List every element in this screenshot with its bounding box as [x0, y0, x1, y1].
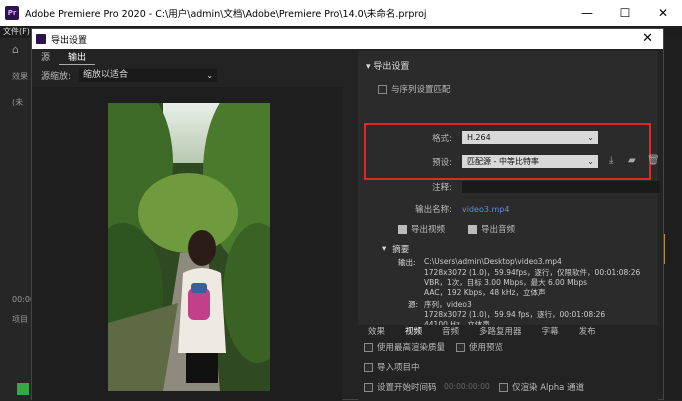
delete-preset-icon[interactable]: 🗑 — [647, 155, 660, 166]
summary-output-line-4: AAC，192 Kbps，48 kHz，立体声 — [424, 288, 546, 297]
export-video-checkbox[interactable]: 导出视频 — [398, 223, 445, 235]
premiere-logo-icon: Pr — [5, 6, 19, 20]
preset-row: 预设: 匹配源 - 中等比特率 ⌄ — [368, 155, 598, 168]
save-preset-icon[interactable]: ⤓ — [609, 155, 613, 166]
settings-tabs: 效果 视频 音频 多路复用器 字幕 发布 — [358, 325, 658, 339]
comment-input[interactable] — [462, 181, 660, 193]
render-alpha-only-label: 仅渲染 Alpha 通道 — [512, 383, 585, 393]
export-settings-title: 导出设置 — [373, 62, 410, 72]
app-title: Adobe Premiere Pro 2020 - C:\用户\admin\文档… — [25, 9, 427, 20]
tab-video[interactable]: 视频 — [395, 325, 432, 339]
start-timecode-value[interactable]: 00:00:00:00 — [444, 382, 490, 391]
preset-dropdown[interactable]: 匹配源 - 中等比特率 ⌄ — [462, 155, 598, 168]
format-value: H.264 — [467, 133, 491, 142]
export-audio-label: 导出音频 — [481, 225, 516, 235]
checkbox-box — [364, 342, 373, 352]
bottom-options: 使用最高渲染质量 使用预览 导入项目中 设置开始时间码 00:00:00:00 … — [358, 339, 658, 401]
app-titlebar: Pr Adobe Premiere Pro 2020 - C:\用户\admin… — [0, 0, 682, 26]
minimize-icon[interactable]: — — [568, 0, 606, 26]
checkbox-box — [456, 342, 465, 352]
export-settings-pane: ▾ 导出设置 与序列设置匹配 格式: H.264 ⌄ 预设: 匹配源 - 中等比… — [358, 51, 660, 351]
maximize-icon[interactable]: ☐ — [606, 0, 644, 26]
tab-captions[interactable]: 字幕 — [532, 325, 569, 339]
left-panel-text-project: 项目 — [12, 315, 28, 324]
checkbox-box — [378, 84, 387, 94]
set-start-timecode-label: 设置开始时间码 — [377, 383, 437, 393]
left-panel-text-partial: (未 — [12, 98, 24, 107]
output-name-link[interactable]: video3.mp4 — [462, 205, 509, 214]
dialog-app-icon — [36, 34, 46, 44]
preview-image — [108, 103, 270, 391]
tab-multiplexer[interactable]: 多路复用器 — [469, 325, 532, 339]
import-preset-icon[interactable]: ▰ — [628, 155, 636, 166]
tab-source[interactable]: 源 — [32, 51, 59, 65]
checkbox-box — [468, 224, 477, 234]
video-preview-frame — [108, 103, 270, 391]
output-name-row: 输出名称: video3.mp4 — [368, 203, 509, 216]
summary-output-line-1: C:\Users\admin\Desktop\video3.mp4 — [424, 257, 562, 266]
tab-publish[interactable]: 发布 — [569, 325, 606, 339]
chevron-down-icon: ▾ — [382, 244, 387, 254]
format-label: 格式: — [432, 133, 452, 144]
import-to-project-label: 导入项目中 — [377, 363, 420, 373]
chevron-down-icon: ▾ — [366, 62, 371, 72]
comment-label: 注释: — [432, 183, 452, 193]
chevron-down-icon: ⌄ — [587, 157, 594, 166]
match-sequence-checkbox[interactable]: 与序列设置匹配 — [378, 83, 451, 95]
dialog-titlebar: 导出设置 ✕ — [32, 29, 663, 49]
menu-file[interactable]: 文件(F) — [3, 27, 30, 36]
summary-header[interactable]: ▾ 摘要 — [382, 243, 409, 255]
source-scale-value: 缩放以适合 — [83, 70, 129, 80]
chevron-down-icon: ⌄ — [587, 133, 594, 142]
checkbox-box — [364, 382, 373, 392]
source-scale-dropdown[interactable]: 缩放以适合 ⌄ — [79, 69, 218, 82]
format-row: 格式: H.264 ⌄ — [368, 131, 598, 144]
export-settings-dialog: 导出设置 ✕ 源 输出 源缩放: 缩放以适合 ⌄ ▾ 导出设置 与序列设置匹配 … — [31, 28, 664, 401]
close-icon[interactable]: ✕ — [644, 0, 682, 26]
export-video-label: 导出视频 — [411, 225, 446, 235]
checkbox-box — [398, 224, 407, 234]
background-left-panel: ⌂ 效果 (未 00:00 项目 — [0, 38, 35, 400]
window-controls: — ☐ ✕ — [568, 0, 682, 26]
summary-title: 摘要 — [392, 245, 410, 255]
home-icon[interactable]: ⌂ — [12, 43, 19, 56]
export-settings-header[interactable]: ▾ 导出设置 — [366, 59, 409, 72]
comment-row: 注释: — [368, 181, 660, 193]
max-render-quality-checkbox[interactable]: 使用最高渲染质量 — [364, 341, 445, 353]
tab-output[interactable]: 输出 — [59, 51, 96, 65]
format-dropdown[interactable]: H.264 ⌄ — [462, 131, 598, 144]
output-name-label: 输出名称: — [415, 205, 452, 215]
import-to-project-checkbox[interactable]: 导入项目中 — [364, 361, 420, 373]
tab-audio[interactable]: 音频 — [432, 325, 469, 339]
match-sequence-label: 与序列设置匹配 — [391, 85, 451, 95]
summary-source-label: 源: — [408, 300, 419, 309]
preset-value: 匹配源 - 中等比特率 — [467, 157, 539, 166]
max-render-quality-label: 使用最高渲染质量 — [377, 343, 446, 353]
export-audio-checkbox[interactable]: 导出音频 — [468, 223, 515, 235]
green-swatch — [17, 383, 29, 395]
dialog-title: 导出设置 — [51, 35, 88, 46]
left-panel-text-effects: 效果 — [12, 72, 28, 81]
chevron-down-icon: ⌄ — [206, 71, 214, 80]
checkbox-box — [499, 382, 508, 392]
tab-effects[interactable]: 效果 — [358, 325, 395, 339]
use-preview-checkbox[interactable]: 使用预览 — [456, 341, 503, 353]
source-scale-label: 源缩放: — [41, 72, 72, 82]
dialog-close-icon[interactable]: ✕ — [642, 31, 653, 46]
summary-output-label: 输出: — [398, 258, 416, 267]
source-output-tabs: 源 输出 — [32, 51, 96, 65]
set-start-timecode-checkbox[interactable]: 设置开始时间码 — [364, 381, 437, 393]
preset-label: 预设: — [432, 157, 452, 168]
video-preview-area — [32, 87, 342, 401]
source-scale-row: 源缩放: 缩放以适合 ⌄ — [41, 69, 218, 82]
checkbox-box — [364, 362, 373, 372]
render-alpha-only-checkbox[interactable]: 仅渲染 Alpha 通道 — [499, 381, 584, 393]
use-preview-label: 使用预览 — [469, 343, 504, 353]
